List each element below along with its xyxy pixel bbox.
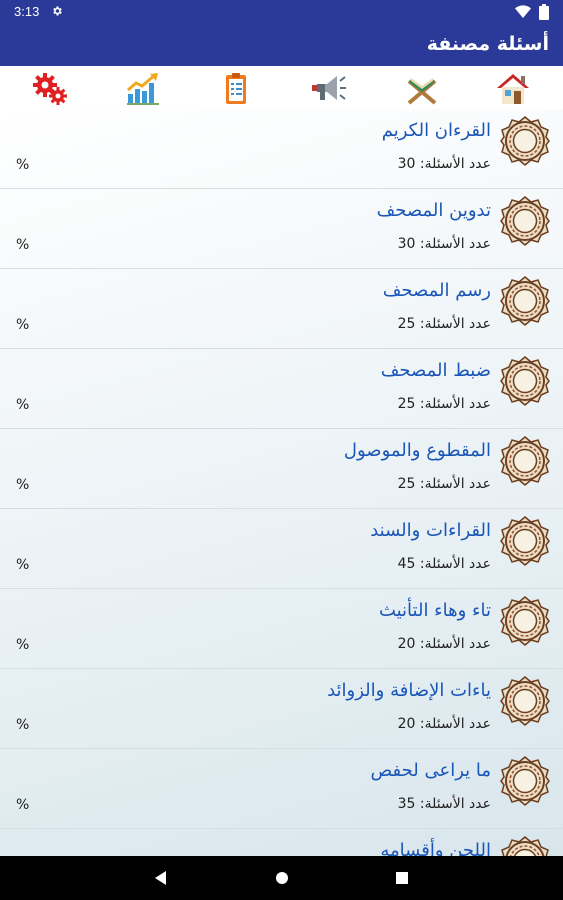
settings-gear-icon — [53, 6, 62, 16]
back-icon[interactable] — [151, 868, 171, 888]
islamic-medallion-icon — [500, 436, 550, 486]
progress-percent: % — [16, 637, 30, 653]
app-bar: أسئلة مصنفة — [0, 26, 563, 66]
category-name: القراءات والسند — [370, 520, 491, 541]
islamic-medallion-icon — [500, 596, 550, 646]
category-name: المقطوع والموصول — [343, 440, 491, 461]
category-list: القرءان الكريم عدد الأسئلة: 30% تدوين الم… — [0, 109, 563, 856]
category-name: ياءات الإضافة والزوائد — [327, 680, 491, 701]
home-nav-icon[interactable] — [272, 868, 292, 888]
category-row[interactable]: القرءان الكريم عدد الأسئلة: 30% — [0, 109, 563, 189]
category-name: ضبط المصحف — [380, 360, 491, 381]
recents-icon[interactable] — [392, 868, 412, 888]
progress-percent: % — [16, 397, 30, 413]
question-count: عدد الأسئلة: 45 — [397, 556, 491, 572]
question-count: عدد الأسئلة: 25 — [397, 476, 491, 492]
progress-percent: % — [16, 797, 30, 813]
toolbar — [0, 66, 563, 111]
question-count: عدد الأسئلة: 25 — [397, 316, 491, 332]
chart-growth-icon[interactable] — [125, 72, 161, 106]
settings-gears-icon[interactable] — [32, 72, 68, 106]
islamic-medallion-icon — [500, 116, 550, 166]
question-count: عدد الأسئلة: 20 — [397, 716, 491, 732]
question-count: عدد الأسئلة: 25 — [397, 396, 491, 412]
islamic-medallion-icon — [500, 356, 550, 406]
category-row[interactable]: رسم المصحف عدد الأسئلة: 25% — [0, 269, 563, 349]
progress-percent: % — [16, 557, 30, 573]
progress-percent: % — [16, 317, 30, 333]
status-bar: 3:13 — [0, 0, 563, 26]
category-row[interactable]: تاء وهاء التأنيث عدد الأسئلة: 20% — [0, 589, 563, 669]
clipboard-icon[interactable] — [218, 72, 254, 106]
progress-percent: % — [16, 477, 30, 493]
category-name: القرءان الكريم — [381, 120, 491, 141]
category-row[interactable]: اللحن وأقسامه — [0, 829, 563, 856]
category-row[interactable]: تدوين المصحف عدد الأسئلة: 30% — [0, 189, 563, 269]
category-row[interactable]: ياءات الإضافة والزوائد عدد الأسئلة: 20% — [0, 669, 563, 749]
system-navigation-bar — [0, 856, 563, 900]
category-name: تدوين المصحف — [376, 200, 491, 221]
category-name: اللحن وأقسامه — [380, 840, 491, 856]
question-count: عدد الأسئلة: 30 — [397, 156, 491, 172]
category-name: رسم المصحف — [382, 280, 491, 301]
category-name: ما يراعى لحفص — [370, 760, 491, 781]
category-row[interactable]: ضبط المصحف عدد الأسئلة: 25% — [0, 349, 563, 429]
question-count: عدد الأسئلة: 35 — [397, 796, 491, 812]
megaphone-icon[interactable] — [311, 72, 347, 106]
islamic-medallion-icon — [500, 276, 550, 326]
progress-percent: % — [16, 717, 30, 733]
home-icon[interactable] — [495, 72, 531, 106]
category-row[interactable]: القراءات والسند عدد الأسئلة: 45% — [0, 509, 563, 589]
islamic-medallion-icon — [500, 676, 550, 726]
quran-icon[interactable] — [404, 72, 440, 106]
category-row[interactable]: المقطوع والموصول عدد الأسئلة: 25% — [0, 429, 563, 509]
islamic-medallion-icon — [500, 516, 550, 566]
islamic-medallion-icon — [500, 756, 550, 806]
progress-percent: % — [16, 157, 30, 173]
progress-percent: % — [16, 237, 30, 253]
category-row[interactable]: ما يراعى لحفص عدد الأسئلة: 35% — [0, 749, 563, 829]
battery-icon — [539, 4, 549, 20]
question-count: عدد الأسئلة: 20 — [397, 636, 491, 652]
status-time: 3:13 — [14, 4, 40, 19]
wifi-icon — [515, 5, 531, 18]
category-name: تاء وهاء التأنيث — [378, 600, 491, 621]
islamic-medallion-icon — [500, 836, 550, 856]
question-count: عدد الأسئلة: 30 — [397, 236, 491, 252]
islamic-medallion-icon — [500, 196, 550, 246]
page-title: أسئلة مصنفة — [426, 33, 549, 55]
